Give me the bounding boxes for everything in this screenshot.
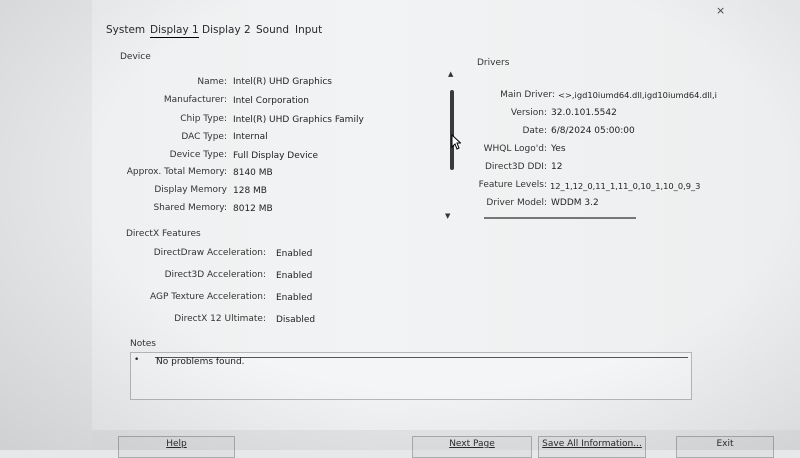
next-page-button[interactable]: Next Page — [412, 436, 532, 458]
device-type-label: Device Type: — [169, 150, 227, 160]
notes-group-title: Notes — [130, 339, 156, 349]
shared-memory-value: 8012 MB — [233, 204, 273, 214]
tab-sound[interactable]: Sound — [256, 24, 289, 36]
total-memory-label: Approx. Total Memory: — [126, 167, 227, 177]
directdraw-value: Enabled — [276, 249, 313, 259]
help-button-label: Help — [166, 439, 187, 449]
feature-levels-label: Feature Levels: — [478, 180, 547, 190]
next-page-button-label: Next Page — [449, 439, 495, 449]
help-button[interactable]: Help — [118, 436, 235, 458]
directx-group-title: DirectX Features — [126, 229, 201, 239]
agp-texture-label: AGP Texture Acceleration: — [149, 292, 266, 302]
direct3d-ddi-label: Direct3D DDI: — [484, 162, 547, 172]
device-name-value: Intel(R) UHD Graphics — [233, 77, 332, 87]
scrollbar-thumb[interactable] — [450, 90, 454, 170]
save-all-button-label: Save All Information... — [542, 439, 642, 449]
direct3d-accel-label: Direct3D Acceleration: — [164, 270, 266, 280]
notes-text: No problems found. — [156, 357, 245, 367]
feature-levels-value: 12_1,12_0,11_1,11_0,10_1,10_0,9_3 — [550, 181, 701, 191]
exit-button-label: Exit — [716, 439, 734, 449]
device-name-label: Name: — [197, 77, 227, 87]
direct3d-accel-value: Enabled — [276, 271, 313, 281]
whql-label: WHQL Logo'd: — [483, 144, 547, 154]
mouse-pointer-icon — [451, 134, 461, 150]
drivers-scroll-indicator — [484, 217, 636, 219]
drivers-group-title: Drivers — [477, 58, 510, 68]
version-value: 32.0.101.5542 — [551, 108, 617, 118]
main-driver-value: <>,igd10iumd64.dll,igd10iumd64.dll,i — [558, 90, 717, 100]
date-label: Date: — [522, 126, 547, 136]
total-memory-value: 8140 MB — [233, 168, 273, 178]
direct3d-ddi-value: 12 — [551, 162, 563, 172]
driver-model-value: WDDM 3.2 — [551, 198, 599, 208]
tab-system[interactable]: System — [106, 24, 145, 36]
chip-type-label: Chip Type: — [180, 114, 227, 124]
main-driver-label: Main Driver: — [500, 90, 555, 100]
agp-texture-value: Enabled — [276, 293, 313, 303]
dac-type-label: DAC Type: — [181, 132, 227, 142]
version-label: Version: — [510, 108, 547, 118]
dx12-ultimate-value: Disabled — [276, 315, 316, 325]
notes-bullet: • — [134, 355, 140, 365]
dx12-ultimate-label: DirectX 12 Ultimate: — [174, 314, 266, 324]
triangle-down-icon[interactable]: ▼ — [445, 212, 450, 220]
directdraw-label: DirectDraw Acceleration: — [153, 248, 266, 258]
tab-display-1[interactable]: Display 1 — [150, 24, 199, 38]
whql-value: Yes — [551, 144, 566, 154]
exit-button[interactable]: Exit — [676, 436, 774, 458]
device-group-title: Device — [120, 52, 151, 62]
manufacturer-value: Intel Corporation — [233, 96, 309, 106]
date-value: 6/8/2024 05:00:00 — [551, 126, 635, 136]
save-all-button[interactable]: Save All Information... — [538, 436, 646, 458]
driver-model-label: Driver Model: — [486, 198, 547, 208]
close-icon[interactable]: × — [716, 4, 725, 17]
chip-type-value: Intel(R) UHD Graphics Family — [233, 115, 364, 125]
tab-display-2[interactable]: Display 2 — [202, 24, 251, 36]
dac-type-value: Internal — [233, 132, 268, 142]
display-memory-label: Display Memory — [154, 185, 227, 195]
device-type-value: Full Display Device — [233, 151, 319, 161]
shared-memory-label: Shared Memory: — [153, 203, 227, 213]
display-memory-value: 128 MB — [233, 186, 267, 196]
tab-input[interactable]: Input — [295, 24, 322, 36]
manufacturer-label: Manufacturer: — [163, 95, 227, 105]
triangle-up-icon[interactable]: ▲ — [448, 70, 453, 78]
